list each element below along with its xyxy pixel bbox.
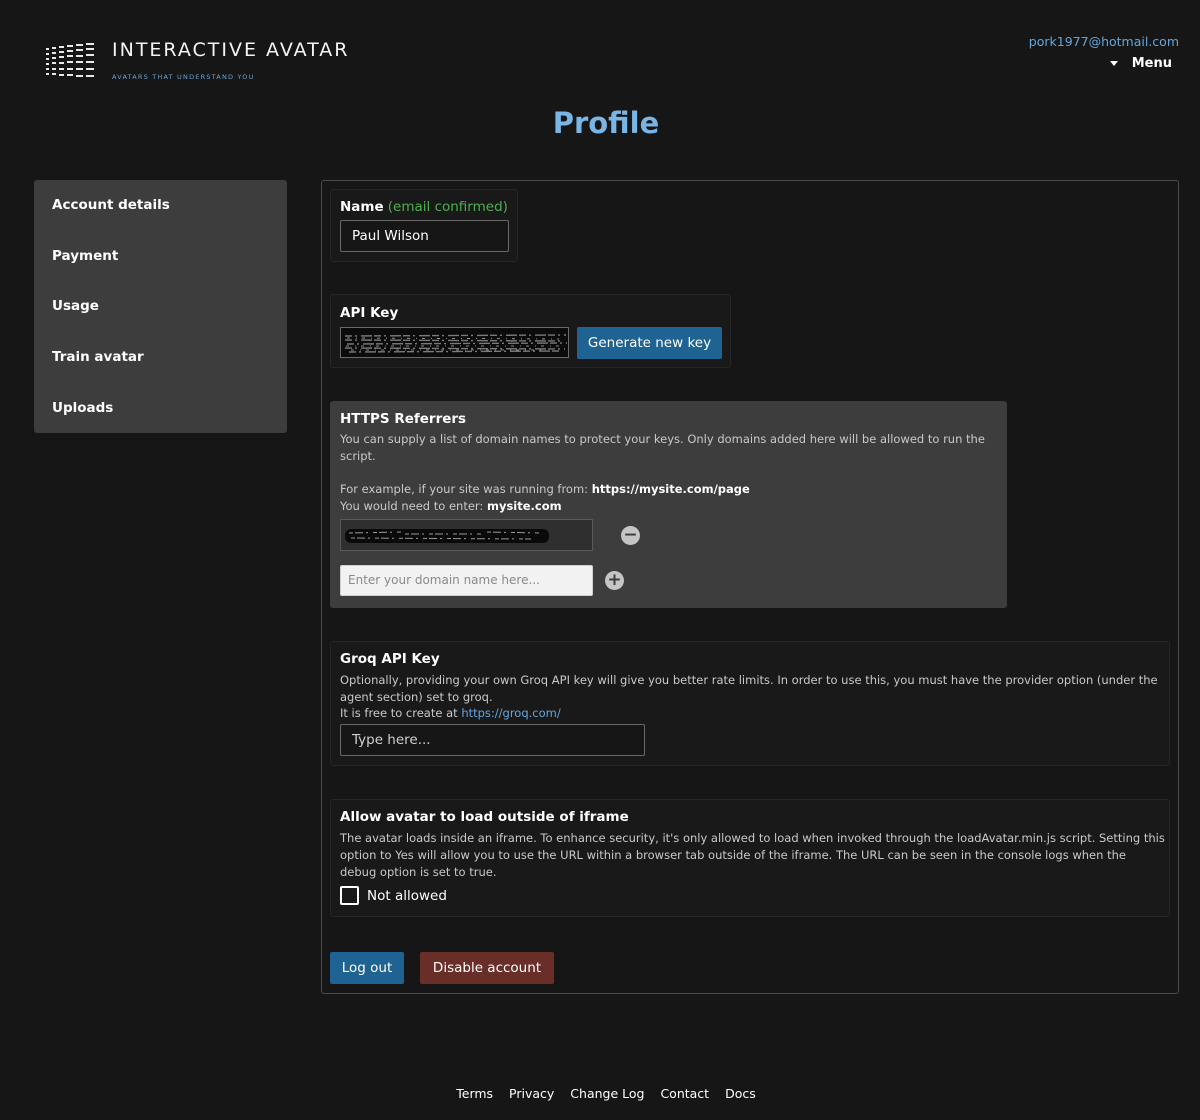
groq-free-prefix: It is free to create at: [340, 706, 458, 720]
domain-input[interactable]: Enter your domain name here...: [340, 565, 593, 596]
enter-prefix: You would need to enter:: [340, 499, 484, 513]
menu-label: Menu: [1131, 56, 1172, 71]
name-card: Name (email confirmed) Paul Wilson: [330, 189, 518, 262]
footer-link-terms[interactable]: Terms: [456, 1086, 493, 1101]
checkbox-label: Not allowed: [367, 887, 447, 904]
sidebar-item-usage[interactable]: Usage: [34, 295, 287, 346]
email-confirmed-note: (email confirmed): [387, 199, 508, 215]
redacted-value: [341, 520, 592, 550]
footer-link-privacy[interactable]: Privacy: [509, 1086, 554, 1101]
name-field[interactable]: Paul Wilson: [340, 220, 509, 252]
footer-link-change-log[interactable]: Change Log: [570, 1086, 644, 1101]
footer-link-docs[interactable]: Docs: [725, 1086, 756, 1101]
api-key-label: API Key: [340, 305, 399, 321]
sidebar-item-train-avatar[interactable]: Train avatar: [34, 346, 287, 397]
iframe-label: Allow avatar to load outside of iframe: [340, 809, 629, 825]
user-email[interactable]: pork1977@hotmail.com: [1029, 34, 1179, 49]
logo-wave-icon: [46, 43, 94, 77]
sidebar: Account details Payment Usage Train avat…: [34, 180, 287, 433]
groq-help: Optionally, providing your own Groq API …: [340, 673, 1158, 704]
generate-new-key-button[interactable]: Generate new key: [577, 327, 722, 359]
iframe-card: Allow avatar to load outside of iframe T…: [330, 799, 1170, 917]
remove-domain-icon[interactable]: −: [621, 526, 640, 545]
name-label-row: Name (email confirmed): [340, 199, 508, 215]
disable-account-button[interactable]: Disable account: [420, 952, 554, 984]
sidebar-item-uploads[interactable]: Uploads: [34, 397, 287, 448]
menu-button[interactable]: Menu: [1109, 56, 1172, 71]
add-domain-icon[interactable]: +: [605, 571, 624, 590]
api-key-card: API Key Generate new key: [330, 294, 731, 368]
iframe-help: The avatar loads inside an iframe. To en…: [340, 831, 1165, 879]
logout-button[interactable]: Log out: [330, 952, 404, 984]
referrers-help: You can supply a list of domain names to…: [340, 432, 985, 463]
caret-down-icon: [1109, 61, 1118, 66]
referrers-example: For example, if your site was running fr…: [340, 481, 995, 498]
footer-link-contact[interactable]: Contact: [660, 1086, 709, 1101]
groq-link[interactable]: https://groq.com/: [461, 706, 560, 720]
profile-panel: Name (email confirmed) Paul Wilson API K…: [321, 180, 1179, 994]
footer: Terms Privacy Change Log Contact Docs: [0, 1086, 1200, 1101]
api-key-field[interactable]: [340, 327, 569, 358]
groq-card: Groq API Key Optionally, providing your …: [330, 641, 1170, 766]
groq-api-key-input[interactable]: Type here...: [340, 724, 645, 756]
logo-tagline: AVATARS THAT UNDERSTAND YOU: [112, 73, 255, 81]
example-prefix: For example, if your site was running fr…: [340, 482, 589, 496]
logo[interactable]: INTERACTIVE AVATAR AVATARS THAT UNDERSTA…: [44, 40, 349, 81]
groq-label: Groq API Key: [340, 651, 440, 667]
logo-title: INTERACTIVE AVATAR: [112, 39, 350, 61]
name-label: Name: [340, 199, 384, 215]
referrer-domain-field[interactable]: [340, 519, 593, 551]
sidebar-item-payment[interactable]: Payment: [34, 245, 287, 296]
referrers-enter: You would need to enter: mysite.com: [340, 498, 995, 515]
groq-free-row: It is free to create at https://groq.com…: [340, 705, 561, 722]
redacted-value: [341, 328, 568, 357]
sidebar-item-account-details[interactable]: Account details: [34, 194, 287, 245]
iframe-checkbox-row[interactable]: Not allowed: [340, 886, 447, 905]
enter-value: mysite.com: [486, 499, 562, 513]
referrers-card: HTTPS Referrers You can supply a list of…: [330, 401, 1007, 608]
page-title: Profile: [552, 106, 660, 140]
example-url: https://mysite.com/page: [591, 482, 750, 496]
not-allowed-checkbox[interactable]: [340, 886, 359, 905]
referrers-label: HTTPS Referrers: [340, 411, 467, 427]
